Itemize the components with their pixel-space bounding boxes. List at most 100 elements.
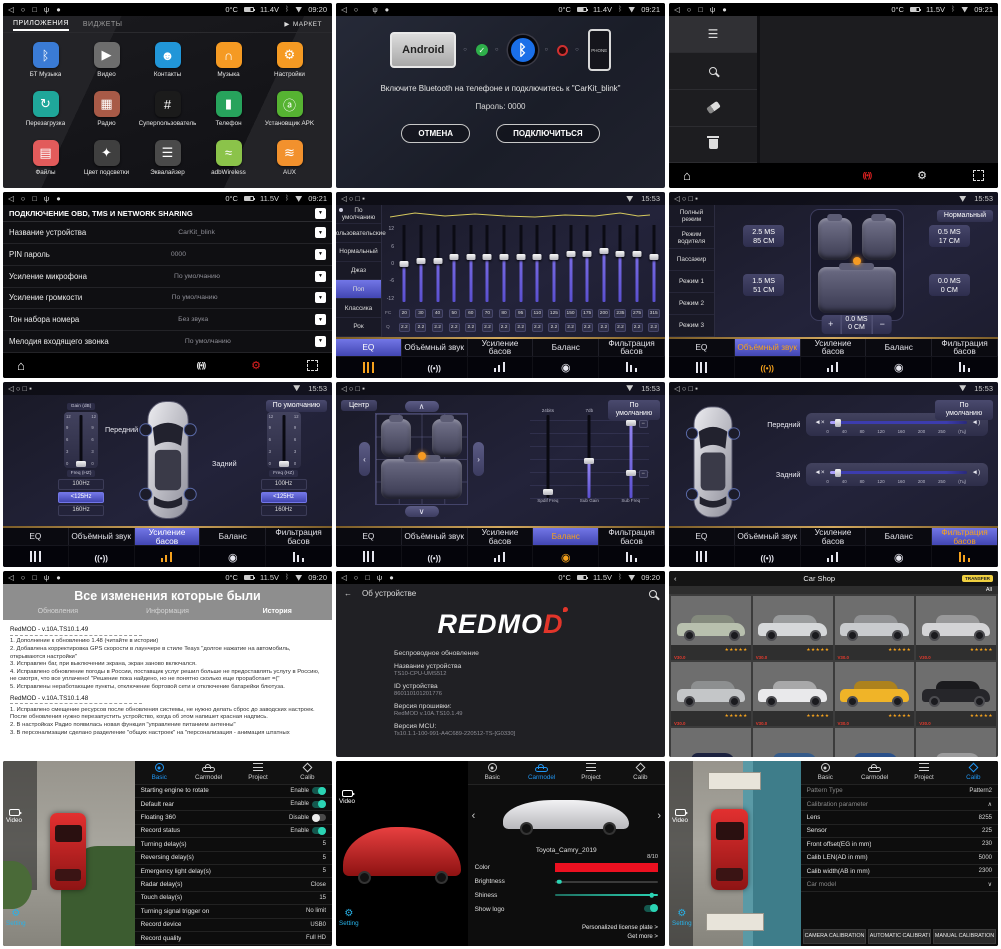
car-model-card[interactable]: V30.0 ★★★★★ Audi_Q5: [753, 662, 833, 726]
shiness-knob[interactable]: [650, 893, 655, 898]
settings-tab[interactable]: Basic: [468, 761, 517, 784]
audio-tab-icon-slot[interactable]: [932, 357, 998, 378]
audio-tab-icon-slot[interactable]: [336, 357, 402, 378]
settings-row[interactable]: Touch delay(s) 15: [135, 892, 332, 905]
settings-tab[interactable]: Basic: [801, 761, 850, 784]
video-button[interactable]: Video: [339, 790, 355, 805]
app-shortcut[interactable]: ∩ Музыка: [198, 36, 259, 85]
eq-preset[interactable]: Джаз: [336, 262, 381, 281]
nav-recents-icon[interactable]: □: [365, 573, 370, 582]
eq-band[interactable]: [645, 225, 662, 301]
listening-mode[interactable]: Полный режим: [669, 205, 714, 227]
tab-widgets[interactable]: ВИДЖЕТЫ: [83, 18, 123, 30]
app-shortcut[interactable]: ⓐ Установщик APK: [259, 85, 320, 134]
audio-tab[interactable]: Усиление басов: [801, 339, 867, 356]
settings-tab[interactable]: Calib: [616, 761, 665, 784]
video-button[interactable]: Video: [6, 809, 22, 824]
nav-back-icon[interactable]: ◁: [341, 5, 347, 14]
settings-tab[interactable]: Project: [566, 761, 615, 784]
default-button[interactable]: По умолчанию: [266, 400, 327, 412]
car-model-card[interactable]: V30.0 ★★★★★ BMW7: [916, 662, 996, 726]
minus-button[interactable]: −: [873, 318, 892, 330]
car-model-card[interactable]: V30.0 ★★★★★ Audi_A8L_2018: [671, 662, 751, 726]
audio-tab[interactable]: Баланс: [200, 528, 266, 545]
freq-option[interactable]: <125Hz: [261, 492, 307, 503]
cabin-seats-grid[interactable]: [375, 413, 468, 506]
audio-tab[interactable]: Объёмный звук: [735, 528, 801, 545]
gain-slider[interactable]: 129630 129630: [267, 412, 301, 468]
shiness-row[interactable]: Shiness: [468, 888, 665, 901]
next-model-button[interactable]: ›: [653, 810, 665, 822]
show-logo-row[interactable]: Show logo: [468, 902, 665, 917]
audio-tab-icon-slot[interactable]: [3, 546, 69, 567]
plus-button[interactable]: +: [821, 318, 840, 330]
audio-tab-icon-slot[interactable]: [801, 357, 867, 378]
slider-knob-high[interactable]: [626, 420, 636, 426]
calibration-button[interactable]: AUTOMATIC CALIBRATION: [868, 929, 931, 944]
mute-icon[interactable]: ◄×: [814, 419, 824, 426]
eq-band-knob[interactable]: [649, 254, 658, 260]
gear-icon[interactable]: ⚙: [917, 169, 927, 182]
settings-row[interactable]: Starting engine to rotate Enable: [135, 785, 332, 798]
filter-knob[interactable]: [835, 419, 841, 427]
eq-band[interactable]: [429, 225, 446, 301]
preset-button[interactable]: Нормальный: [937, 210, 993, 222]
nav-recents-icon[interactable]: □: [689, 194, 694, 203]
settings-tab[interactable]: Carmodel: [184, 761, 233, 784]
filter-knob[interactable]: [835, 469, 841, 477]
sub-gain-slider[interactable]: 7db Sub Gain: [572, 408, 608, 511]
audio-tab-icon-slot[interactable]: [735, 357, 801, 378]
audio-tab-icon-slot[interactable]: [533, 357, 599, 378]
eq-band[interactable]: [546, 225, 563, 301]
listening-mode[interactable]: Режим водителя: [669, 227, 714, 249]
nav-recents-icon[interactable]: □: [356, 194, 361, 203]
toggle-switch[interactable]: [312, 787, 326, 794]
nav-back-icon[interactable]: ◁: [341, 194, 347, 203]
eq-band-knob[interactable]: [616, 251, 625, 257]
minus-chip[interactable]: −: [639, 420, 648, 428]
audio-tab-icon-slot[interactable]: [599, 546, 665, 567]
audio-tab-icon-slot[interactable]: [468, 546, 534, 567]
eq-band-knob[interactable]: [433, 258, 442, 264]
slider-knob[interactable]: [584, 458, 594, 464]
eq-preset[interactable]: Нормальный: [336, 243, 381, 262]
delay-rear-left[interactable]: 1.5 MS51 CM: [743, 274, 784, 296]
audio-tab[interactable]: Усиление басов: [468, 528, 534, 545]
eq-band[interactable]: [446, 225, 463, 301]
dropdown-icon[interactable]: ▼: [315, 271, 326, 282]
audio-tab-icon-slot[interactable]: [801, 546, 867, 567]
eq-band-knob[interactable]: [533, 254, 542, 260]
home-icon[interactable]: ⌂: [17, 358, 25, 373]
nav-recents-icon[interactable]: □: [32, 194, 37, 203]
eq-band[interactable]: [596, 225, 613, 301]
tab-apps[interactable]: ПРИЛОЖЕНИЯ: [13, 17, 69, 31]
audio-tab[interactable]: Фильтрация басов: [599, 528, 665, 545]
settings-tab[interactable]: Carmodel: [850, 761, 899, 784]
eq-band-knob[interactable]: [483, 254, 492, 260]
car-model-card[interactable]: [835, 728, 915, 756]
settings-row[interactable]: Floating 360 Disable: [135, 811, 332, 824]
balance-left-button[interactable]: ‹: [359, 442, 370, 476]
balance-position-dot[interactable]: [418, 452, 426, 460]
settings-row[interactable]: Усиление микрофона По умолчанию ▼: [3, 266, 332, 288]
app-shortcut[interactable]: ✦ Цвет подсветки: [76, 134, 137, 183]
freq-option[interactable]: 100Hz: [261, 479, 307, 490]
audio-tab[interactable]: Объёмный звук: [402, 339, 468, 356]
car-model-card[interactable]: [671, 728, 751, 756]
fader-up-button[interactable]: ∧: [405, 401, 439, 412]
nav-home-icon[interactable]: ○: [682, 194, 687, 203]
app-shortcut[interactable]: ↻ Перезагрузка: [15, 85, 76, 134]
eq-band[interactable]: [512, 225, 529, 301]
slider-knob-low[interactable]: [626, 470, 636, 476]
sidebar-item-search[interactable]: [669, 53, 757, 90]
settings-tab[interactable]: Calib: [949, 761, 998, 784]
audio-tab-icon-slot[interactable]: [135, 546, 201, 567]
car-model-card[interactable]: V30.0 ★★★★★ Audi_Q8_2018: [835, 662, 915, 726]
settings-row[interactable]: Calibration parameter ∧: [801, 798, 998, 811]
settings-tab[interactable]: Calib: [283, 761, 332, 784]
changelog-tab[interactable]: История: [222, 608, 332, 615]
listening-mode[interactable]: Режим 3: [669, 315, 714, 337]
eq-band[interactable]: [463, 225, 480, 301]
settings-row[interactable]: PIN пароль 0000 ▼: [3, 244, 332, 266]
dropdown-icon[interactable]: ▼: [315, 292, 326, 303]
